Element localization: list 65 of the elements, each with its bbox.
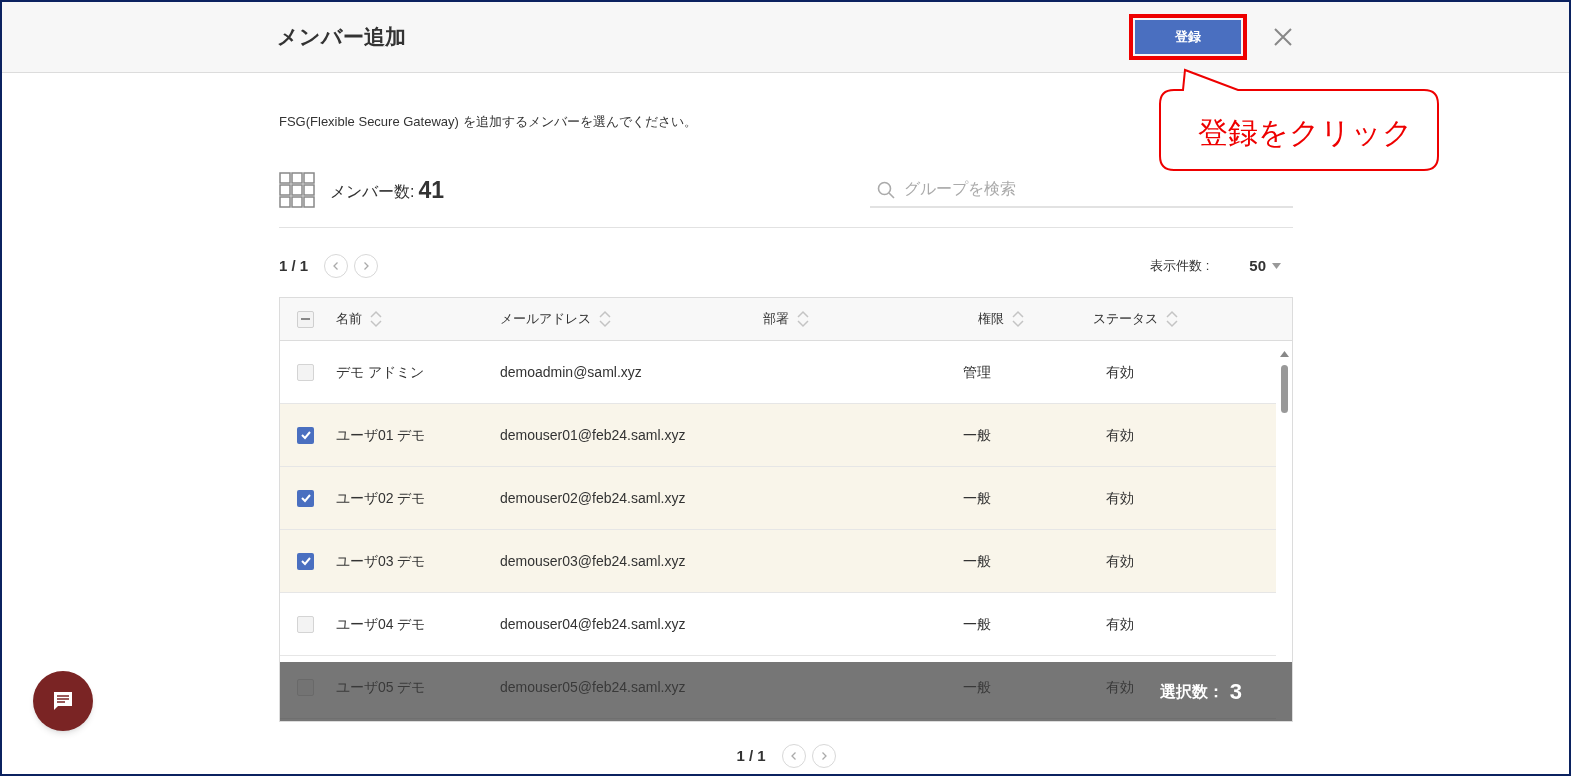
sort-icon[interactable] (797, 309, 809, 329)
register-button[interactable]: 登録 (1135, 20, 1241, 54)
table-cell-text: demouser02@feb24.saml.xyz (500, 488, 687, 508)
column-header[interactable]: 部署 (763, 309, 789, 329)
table-cell-text: demouser01@feb24.saml.xyz (500, 425, 687, 445)
checkbox[interactable] (297, 363, 314, 381)
sort-icon[interactable] (370, 309, 382, 329)
table-cell-text: demouser03@feb24.saml.xyz (500, 551, 687, 571)
page-indicator: 1 / 1 (736, 745, 766, 766)
check-icon (299, 555, 312, 567)
table-cell-text: 有効 (1106, 425, 1134, 445)
chat-button[interactable] (33, 671, 93, 731)
table-row[interactable]: ユーザ01 デモ demouser01@feb24.saml.xyz 一般 有効 (280, 404, 1276, 467)
check-icon (299, 492, 312, 504)
table-cell-text: 有効 (1106, 677, 1134, 697)
table-cell-text: デモ アドミン (336, 362, 425, 382)
column-header[interactable]: 名前 (336, 309, 362, 329)
chat-icon (51, 689, 75, 713)
grid-icon (279, 172, 315, 208)
sort-icon[interactable] (1012, 309, 1024, 329)
check-icon (299, 429, 312, 441)
table-row[interactable]: ユーザ03 デモ demouser03@feb24.saml.xyz 一般 有効 (280, 530, 1276, 593)
column-header[interactable]: メールアドレス (500, 309, 591, 329)
checkbox[interactable] (297, 489, 314, 507)
description: FSG(Flexible Secure Gateway) を追加するメンバーを選んでください。 (279, 113, 698, 131)
table-row[interactable]: ユーザ02 デモ demouser02@feb24.saml.xyz 一般 有効 (280, 467, 1276, 530)
column-header[interactable]: ステータス (1093, 309, 1158, 329)
caret-icon (1272, 263, 1281, 269)
table-cell-text: 有効 (1106, 614, 1134, 634)
member-count: 41 (418, 175, 445, 205)
table-cell-text: demouser04@feb24.saml.xyz (500, 614, 687, 634)
table-cell-text: ユーザ01 デモ (336, 425, 427, 445)
table-cell-text: 一般 (963, 551, 992, 571)
page-size-label: 表示件数 : (1150, 257, 1210, 276)
scroll-up-icon[interactable] (1279, 351, 1289, 357)
table-cell-text: ユーザ02 デモ (336, 488, 427, 508)
member-count-label: メンバー数: (330, 182, 415, 202)
page-size-select[interactable]: 50 (1249, 254, 1281, 278)
select-all-checkbox[interactable] (297, 310, 314, 328)
table-cell-text: ユーザ04 デモ (336, 614, 427, 634)
selection-count: 3 (1229, 678, 1242, 706)
search-icon (877, 181, 895, 199)
table-cell-text: 管理 (963, 362, 992, 382)
table-cell-text: ユーザ03 デモ (336, 551, 427, 571)
table-cell-text: 一般 (963, 425, 992, 445)
close-icon[interactable] (1273, 27, 1293, 47)
checkbox[interactable] (297, 426, 314, 444)
table-cell-text: demoadmin@saml.xyz (500, 362, 643, 382)
checkbox[interactable] (297, 615, 314, 633)
sort-icon[interactable] (1166, 309, 1178, 329)
table-cell-text: demouser05@feb24.saml.xyz (500, 677, 687, 697)
page-indicator: 1 / 1 (279, 255, 309, 276)
sort-icon[interactable] (599, 309, 611, 329)
checkbox[interactable] (297, 552, 314, 570)
table-cell-text: 一般 (963, 677, 992, 697)
table-cell-text: 一般 (963, 614, 992, 634)
selection-count-label: 選択数： (1159, 681, 1224, 702)
table-cell-text: 有効 (1106, 488, 1134, 508)
table-cell-text: 一般 (963, 488, 992, 508)
table-cell-text: 有効 (1106, 362, 1134, 382)
search-field[interactable]: グループを検索 (870, 172, 1293, 208)
column-header[interactable]: 権限 (978, 309, 1004, 329)
table-cell-text: 有効 (1106, 551, 1134, 571)
dialog-title: メンバー追加 (277, 24, 406, 51)
callout-text: 登録をクリック (1198, 115, 1413, 151)
